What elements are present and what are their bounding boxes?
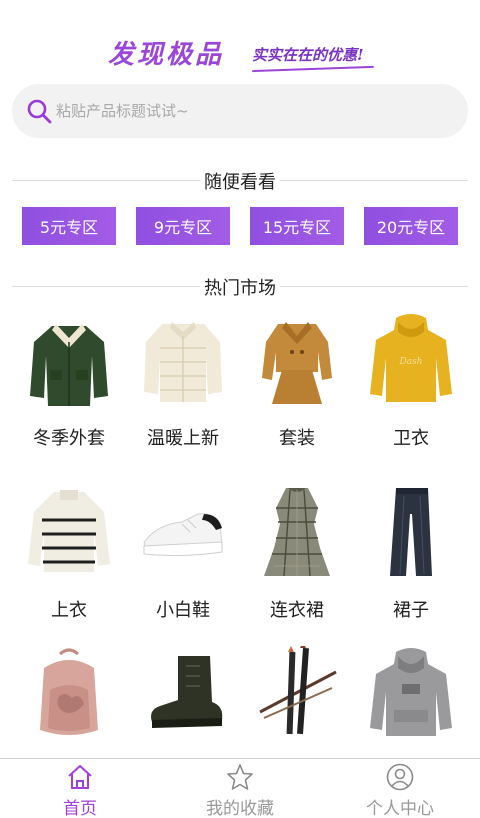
category-label: 冬季外套 [33,428,105,449]
grey-hoodie-icon [370,648,452,736]
browse-section-header: 随便看看 [12,168,468,194]
tab-profile[interactable]: 个人中心 [320,763,480,818]
category-item-skirt[interactable]: 裙子 [354,484,468,622]
price-zone-row: 5元专区 9元专区 15元专区 20元专区 [22,207,458,245]
category-item-warm-new[interactable]: 温暖上新 [126,312,240,450]
category-label: 上衣 [51,600,87,621]
ankle-boot-icon [151,656,223,728]
category-label: 连衣裙 [270,600,324,621]
dark-jeans-icon [390,488,432,576]
app-logo: 发现极品 实实在在的优惠! [0,28,480,78]
home-icon [68,765,92,789]
tab-profile-label: 个人中心 [366,799,434,818]
category-label: 裙子 [393,600,429,621]
backpack-icon [40,648,98,735]
puffer-jacket-icon [144,322,222,402]
eyebrow-pencils-icon [259,642,337,735]
category-label: 温暖上新 [147,428,219,449]
category-item-white-sneaker[interactable]: 小白鞋 [126,484,240,622]
white-sneaker-icon [143,513,223,557]
category-item-top[interactable]: 上衣 [12,484,126,622]
market-section-header: 热门市场 [12,274,468,300]
browse-section-title: 随便看看 [200,168,280,194]
category-label: 套装 [279,428,315,449]
plaid-dress-icon [264,488,330,577]
category-label: 卫衣 [393,428,429,449]
search-icon[interactable] [26,98,52,124]
category-item-hoodie[interactable]: Dash 卫衣 [354,312,468,450]
corduroy-jacket-icon [30,324,108,406]
coat-dress-set-icon [262,322,332,404]
striped-sweater-icon [28,490,110,572]
zone-15-button[interactable]: 15元专区 [250,207,344,245]
bottom-tab-bar: 首页 我的收藏 个人中心 [0,758,480,818]
logo-title: 发现极品 [108,40,225,70]
zone-5-button[interactable]: 5元专区 [22,207,116,245]
logo-underline [252,65,374,73]
user-icon [386,763,414,791]
zone-9-button[interactable]: 9元专区 [136,207,230,245]
search-input[interactable] [56,102,416,120]
svg-text:Dash: Dash [399,357,423,367]
search-bar[interactable] [12,84,468,138]
zone-20-button[interactable]: 20元专区 [364,207,458,245]
tab-favorites-label: 我的收藏 [206,799,274,818]
yellow-hoodie-icon: Dash [370,314,452,402]
tab-home-label: 首页 [63,799,97,818]
logo-slogan: 实实在在的优惠! [252,46,364,64]
category-label: 小白鞋 [156,600,210,621]
tab-home[interactable]: 首页 [0,763,160,818]
category-item-dress[interactable]: 连衣裙 [240,484,354,622]
star-icon [227,764,253,790]
category-item-winter-coat[interactable]: 冬季外套 [12,312,126,450]
category-item-set[interactable]: 套装 [240,312,354,450]
tab-favorites[interactable]: 我的收藏 [160,763,320,818]
market-section-title: 热门市场 [200,274,280,300]
